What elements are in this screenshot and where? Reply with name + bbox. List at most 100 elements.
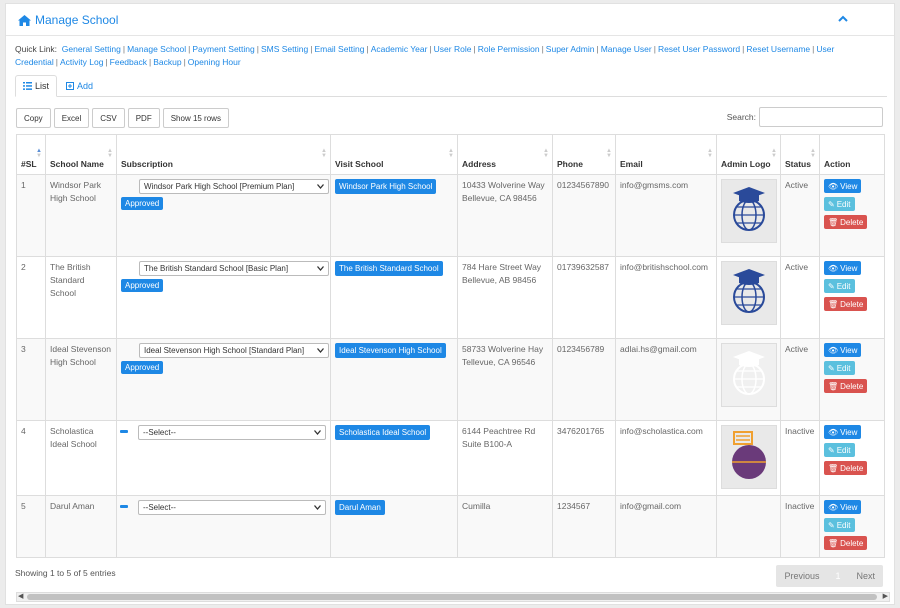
- visit-school-button[interactable]: Scholastica Ideal School: [335, 425, 431, 440]
- tab-list[interactable]: List: [15, 75, 58, 97]
- quick-link[interactable]: Backup: [153, 57, 181, 67]
- visit-school-cell: The British Standard School: [330, 256, 458, 339]
- scroll-right-icon[interactable]: ▶: [883, 592, 888, 600]
- previous-button[interactable]: Previous: [776, 571, 827, 581]
- tab-add[interactable]: Add: [59, 75, 100, 97]
- quick-link[interactable]: Activity Log: [60, 57, 103, 67]
- unapproved-indicator: [120, 430, 128, 433]
- view-button[interactable]: 👁 View: [824, 179, 862, 193]
- scrollbar-thumb[interactable]: [27, 594, 877, 600]
- column-header[interactable]: Address ▲ ▼: [457, 134, 553, 175]
- delete-button-label: Delete: [840, 538, 864, 548]
- column-header-label: Email: [620, 159, 643, 169]
- column-header[interactable]: Status ▲ ▼: [780, 134, 820, 175]
- chevron-down-icon: [317, 262, 324, 275]
- view-button-label: View: [840, 427, 858, 437]
- scroll-left-icon[interactable]: ◀: [18, 592, 23, 600]
- eye-icon: 👁: [828, 345, 839, 355]
- visit-school-button[interactable]: Ideal Stevenson High School: [335, 343, 446, 358]
- chevron-up-icon[interactable]: [836, 12, 850, 26]
- column-header[interactable]: #SL ▲ ▼: [16, 134, 46, 175]
- quick-link[interactable]: General Setting: [62, 44, 121, 54]
- quick-link[interactable]: SMS Setting: [261, 44, 308, 54]
- subscription-select-value: The British Standard School [Basic Plan]: [144, 264, 289, 273]
- quick-link[interactable]: Manage User: [601, 44, 652, 54]
- column-header[interactable]: Admin Logo ▲ ▼: [716, 134, 781, 175]
- edit-button[interactable]: ✎ Edit: [824, 197, 855, 211]
- chevron-down-icon: [314, 501, 321, 514]
- show-rows-button[interactable]: Show 15 rows: [162, 108, 229, 128]
- excel-button[interactable]: Excel: [53, 108, 90, 128]
- delete-button-label: Delete: [840, 463, 864, 473]
- quick-link[interactable]: Feedback: [110, 57, 147, 67]
- table-row: 4 Scholastica Ideal School --Select-- Schol…: [16, 420, 885, 496]
- view-button-label: View: [840, 502, 858, 512]
- quick-link[interactable]: Academic Year: [371, 44, 428, 54]
- column-header[interactable]: Subscription ▲ ▼: [116, 134, 331, 175]
- status-cell: Inactive: [780, 420, 820, 496]
- copy-button[interactable]: Copy: [16, 108, 51, 128]
- column-header-label: Subscription: [121, 159, 173, 169]
- eye-icon: 👁: [828, 427, 839, 437]
- quick-link-separator: |: [742, 44, 745, 54]
- subscription-select[interactable]: Ideal Stevenson High School [Standard Pl…: [139, 343, 329, 358]
- column-header-label: Status: [785, 159, 811, 169]
- view-button-label: View: [840, 263, 858, 273]
- visit-school-button[interactable]: Darul Aman: [335, 500, 385, 515]
- subscription-select[interactable]: --Select--: [138, 425, 326, 440]
- pdf-button[interactable]: PDF: [127, 108, 160, 128]
- column-header[interactable]: Phone ▲ ▼: [552, 134, 616, 175]
- quick-link[interactable]: Payment Setting: [192, 44, 254, 54]
- column-header[interactable]: Visit School ▲ ▼: [330, 134, 458, 175]
- column-header[interactable]: Email ▲ ▼: [615, 134, 717, 175]
- phone-cell: 1234567: [552, 495, 616, 558]
- quick-link-separator: |: [473, 44, 476, 54]
- quick-link[interactable]: Role Permission: [478, 44, 540, 54]
- visit-school-button[interactable]: Windsor Park High School: [335, 179, 437, 194]
- quick-link[interactable]: Manage School: [127, 44, 186, 54]
- edit-button[interactable]: ✎ Edit: [824, 279, 855, 293]
- horizontal-scrollbar[interactable]: ◀ ▶: [16, 592, 890, 602]
- visit-school-button[interactable]: The British Standard School: [335, 261, 443, 276]
- column-header[interactable]: School Name ▲ ▼: [45, 134, 117, 175]
- admin-logo: [721, 261, 777, 325]
- edit-button-label: Edit: [836, 445, 851, 455]
- subscription-select[interactable]: --Select--: [138, 500, 326, 515]
- delete-button[interactable]: 🗑 Delete: [824, 379, 868, 393]
- quick-link[interactable]: Reset User Password: [658, 44, 740, 54]
- subscription-select[interactable]: Windsor Park High School [Premium Plan]: [139, 179, 329, 194]
- quick-link[interactable]: Super Admin: [546, 44, 595, 54]
- sl-cell: 1: [16, 174, 46, 257]
- email-cell: info@gmail.com: [615, 495, 717, 558]
- delete-button[interactable]: 🗑 Delete: [824, 461, 868, 475]
- sl-cell: 4: [16, 420, 46, 496]
- quick-link[interactable]: Email Setting: [314, 44, 364, 54]
- quick-link[interactable]: User Role: [434, 44, 472, 54]
- quick-link[interactable]: Reset Username: [746, 44, 810, 54]
- quick-link[interactable]: Opening Hour: [188, 57, 241, 67]
- page-number[interactable]: 1: [827, 571, 848, 581]
- edit-button[interactable]: ✎ Edit: [824, 443, 855, 457]
- quick-link-separator: |: [149, 57, 152, 67]
- subscription-select[interactable]: The British Standard School [Basic Plan]: [139, 261, 329, 276]
- delete-button[interactable]: 🗑 Delete: [824, 536, 868, 550]
- edit-button-label: Edit: [836, 281, 851, 291]
- view-button[interactable]: 👁 View: [824, 500, 862, 514]
- tab-add-label: Add: [77, 81, 94, 91]
- search-input[interactable]: [759, 107, 883, 127]
- school-table: #SL ▲ ▼ School Name ▲ ▼ Subscription ▲ ▼ Visit Sc…: [16, 134, 885, 558]
- sl-cell: 2: [16, 256, 46, 339]
- csv-button[interactable]: CSV: [92, 108, 125, 128]
- delete-button-label: Delete: [840, 217, 864, 227]
- quick-link-separator: |: [310, 44, 313, 54]
- view-button[interactable]: 👁 View: [824, 425, 862, 439]
- next-button[interactable]: Next: [848, 571, 883, 581]
- view-button[interactable]: 👁 View: [824, 343, 862, 357]
- column-header[interactable]: Action: [819, 134, 885, 175]
- view-button[interactable]: 👁 View: [824, 261, 862, 275]
- delete-button[interactable]: 🗑 Delete: [824, 297, 868, 311]
- edit-button[interactable]: ✎ Edit: [824, 361, 855, 375]
- phone-cell: 0123456789: [552, 338, 616, 421]
- delete-button[interactable]: 🗑 Delete: [824, 215, 868, 229]
- edit-button[interactable]: ✎ Edit: [824, 518, 855, 532]
